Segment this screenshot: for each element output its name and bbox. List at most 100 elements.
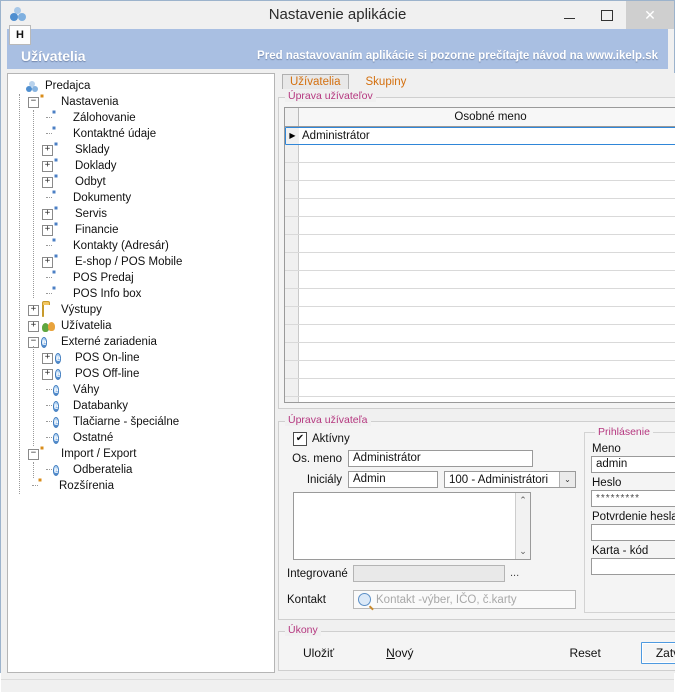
notes-memo-scrollbar[interactable]: ⌃ ⌄ (515, 493, 530, 559)
maximize-button[interactable] (588, 1, 626, 29)
tree-item-e-shop-pos-mobile[interactable]: +E-shop / POS Mobile (12, 254, 274, 270)
tree-item-v-stupy[interactable]: +Výstupy (12, 302, 274, 318)
row-cell-osobne-meno[interactable] (299, 181, 675, 198)
row-cell-osobne-meno[interactable] (299, 217, 675, 234)
tree-item-v-hy[interactable]: eVáhy (12, 382, 274, 398)
potvrdenie-hesla-input[interactable] (591, 524, 675, 541)
tree-expander-icon[interactable]: + (42, 353, 53, 364)
tree-item-ostatn[interactable]: eOstatné (12, 430, 274, 446)
close-button[interactable]: ✕ (626, 1, 674, 29)
tree-item-roz-renia[interactable]: Rozšírenia (12, 478, 274, 494)
tree-item-dokumenty[interactable]: Dokumenty (12, 190, 274, 206)
notes-memo[interactable]: ⌃ ⌄ (293, 492, 531, 560)
tree-item-tla-iarne-peci-lne[interactable]: eTlačiarne - špeciálne (12, 414, 274, 430)
close-dialog-button[interactable]: Zatvoriť (641, 642, 675, 664)
meno-input[interactable] (591, 456, 675, 473)
row-cell-osobne-meno[interactable] (299, 271, 675, 288)
table-row[interactable] (285, 307, 675, 325)
row-cell-osobne-meno[interactable] (299, 145, 675, 162)
tree-item-nastavenia[interactable]: −Nastavenia (12, 94, 274, 110)
table-row[interactable] (285, 145, 675, 163)
users-grid[interactable]: Osobné meno ▶Administrátor ⌃ ⌄ (284, 107, 675, 403)
table-row[interactable] (285, 325, 675, 343)
tree-expander-icon[interactable]: + (42, 161, 53, 172)
karta-kod-input[interactable] (591, 558, 675, 575)
tree-item-servis[interactable]: +Servis (12, 206, 274, 222)
tree-item-odberatelia[interactable]: eOdberatelia (12, 462, 274, 478)
row-cell-osobne-meno[interactable] (299, 325, 675, 342)
tree-item-pos-predaj[interactable]: POS Predaj (12, 270, 274, 286)
tree-expander-icon[interactable]: + (42, 257, 53, 268)
active-checkbox[interactable]: ✔ (293, 432, 307, 446)
memo-scroll-up-icon[interactable]: ⌃ (519, 495, 527, 506)
chevron-down-icon[interactable]: ⌄ (559, 472, 575, 487)
row-cell-osobne-meno[interactable] (299, 253, 675, 270)
table-row[interactable] (285, 235, 675, 253)
table-row[interactable] (285, 289, 675, 307)
tree-item-doklady[interactable]: +Doklady (12, 158, 274, 174)
table-row[interactable] (285, 379, 675, 397)
tree-expander-icon[interactable]: + (42, 209, 53, 220)
column-header-osobne-meno[interactable]: Osobné meno (299, 108, 675, 126)
row-cell-osobne-meno[interactable] (299, 199, 675, 216)
integrovane-browse-button[interactable]: ... (505, 565, 524, 582)
table-row[interactable] (285, 397, 675, 402)
row-cell-osobne-meno[interactable] (299, 361, 675, 378)
tab-uzivatelia[interactable]: Užívatelia (282, 74, 349, 89)
table-row[interactable] (285, 361, 675, 379)
heslo-input[interactable] (591, 490, 675, 507)
user-group-select[interactable]: 100 - Administrátori ⌄ (444, 471, 576, 488)
table-row[interactable] (285, 271, 675, 289)
row-cell-osobne-meno[interactable] (299, 163, 675, 180)
menu-item-h[interactable]: H (9, 25, 31, 45)
settings-tree[interactable]: Predajca−NastaveniaZálohovanieKontaktné … (7, 73, 275, 673)
row-cell-osobne-meno[interactable] (299, 343, 675, 360)
tree-expander-icon[interactable]: + (28, 305, 39, 316)
tree-item-pos-off-line[interactable]: +ePOS Off-line (12, 366, 274, 382)
table-row[interactable]: ▶Administrátor (285, 127, 675, 145)
tree-item-odbyt[interactable]: +Odbyt (12, 174, 274, 190)
tree-item-kontaktn-daje[interactable]: Kontaktné údaje (12, 126, 274, 142)
kontakt-search-input[interactable]: Kontakt -výber, IČO, č.karty (353, 590, 576, 609)
minimize-button[interactable] (550, 1, 588, 29)
table-row[interactable] (285, 199, 675, 217)
tree-item-z-lohovanie[interactable]: Zálohovanie (12, 110, 274, 126)
tree-expander-icon[interactable]: + (28, 321, 39, 332)
tree-expander-icon[interactable]: + (42, 177, 53, 188)
notes-memo-text[interactable] (294, 493, 515, 559)
new-button[interactable]: Nový (386, 646, 413, 660)
tree-item-import-export[interactable]: −Import / Export (12, 446, 274, 462)
tree-item-kontakty-adres-r[interactable]: Kontakty (Adresár) (12, 238, 274, 254)
reset-button[interactable]: Reset (569, 646, 600, 660)
tree-item-predajca[interactable]: Predajca (12, 78, 274, 94)
row-cell-osobne-meno[interactable] (299, 235, 675, 252)
osmeno-input[interactable] (348, 450, 533, 467)
tree-collapser-icon[interactable]: − (28, 97, 39, 108)
tree-collapser-icon[interactable]: − (28, 449, 39, 460)
row-cell-osobne-meno[interactable] (299, 307, 675, 324)
table-row[interactable] (285, 343, 675, 361)
tree-item-sklady[interactable]: +Sklady (12, 142, 274, 158)
memo-scroll-down-icon[interactable]: ⌄ (519, 546, 527, 557)
tree-expander-icon[interactable]: + (42, 369, 53, 380)
row-cell-osobne-meno[interactable]: Administrátor (299, 128, 675, 144)
inicialy-input[interactable] (348, 471, 438, 488)
table-row[interactable] (285, 163, 675, 181)
tree-item-extern-zariadenia[interactable]: −eExterné zariadenia (12, 334, 274, 350)
tree-expander-icon[interactable]: + (42, 225, 53, 236)
tree-item-databanky[interactable]: eDatabanky (12, 398, 274, 414)
tree-expander-icon[interactable]: + (42, 145, 53, 156)
table-row[interactable] (285, 181, 675, 199)
row-cell-osobne-meno[interactable] (299, 379, 675, 396)
table-row[interactable] (285, 217, 675, 235)
tab-skupiny[interactable]: Skupiny (359, 75, 414, 89)
tree-item-pos-info-box[interactable]: POS Info box (12, 286, 274, 302)
save-button[interactable]: Uložiť (303, 646, 334, 660)
row-cell-osobne-meno[interactable] (299, 289, 675, 306)
row-cell-osobne-meno[interactable] (299, 397, 675, 402)
tree-item-pos-on-line[interactable]: +ePOS On-line (12, 350, 274, 366)
integrovane-input[interactable] (353, 565, 505, 582)
table-row[interactable] (285, 253, 675, 271)
tree-item-u-vatelia[interactable]: +Užívatelia (12, 318, 274, 334)
tree-item-financie[interactable]: +Financie (12, 222, 274, 238)
